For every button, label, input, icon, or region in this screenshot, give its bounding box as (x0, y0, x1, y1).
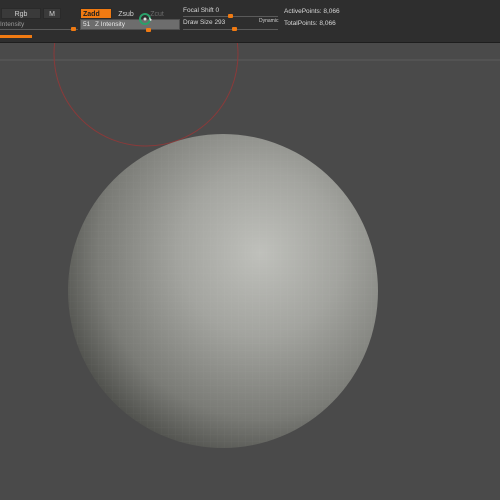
intensity-label: Intensity (0, 21, 25, 28)
rgb-intensity-knob[interactable] (71, 27, 76, 31)
z-intensity-value: 51 (83, 21, 91, 28)
sphere-grid-texture (68, 134, 378, 448)
draw-size-knob[interactable] (232, 27, 237, 31)
draw-size-value: 293 (214, 19, 226, 26)
draw-size-text: Draw Size (183, 19, 213, 26)
z-intensity-label: Z Intensity (95, 21, 125, 28)
focal-shift-knob[interactable] (228, 14, 233, 18)
brush-size-circle (53, 43, 239, 147)
z-intensity-field[interactable]: 51 Z Intensity (80, 19, 180, 30)
focal-shift-value: 0 (215, 7, 220, 14)
active-points-value: 8,066 (323, 8, 340, 15)
total-points-label: TotalPoints: (284, 20, 318, 27)
active-points-readout: ActivePoints: 8,066 (284, 8, 340, 15)
top-toolbar: Rgb M Intensity Zadd Zsub Zcut 51 Z Inte… (0, 0, 500, 43)
focal-shift-text: Focal Shift (183, 7, 214, 14)
draw-size-label: Draw Size 293 (183, 19, 225, 26)
brush-cursor-icon (139, 13, 152, 25)
dynamic-toggle[interactable]: Dynamic (259, 18, 278, 24)
zadd-button[interactable]: Zadd (80, 8, 112, 19)
draw-size-track[interactable] (183, 29, 278, 30)
rgb-button[interactable]: Rgb (1, 8, 41, 19)
total-points-value: 8,066 (319, 20, 336, 27)
toolbar-progress-bar (0, 35, 32, 38)
zsub-button[interactable]: Zsub (113, 8, 139, 19)
active-points-label: ActivePoints: (284, 8, 322, 15)
viewport-canvas[interactable] (0, 43, 500, 500)
total-points-readout: TotalPoints: 8,066 (284, 20, 336, 27)
sculpt-viewport[interactable] (0, 43, 500, 500)
z-intensity-knob[interactable] (146, 28, 151, 32)
m-button[interactable]: M (43, 8, 61, 19)
focal-shift-label: Focal Shift 0 (183, 7, 219, 14)
rgb-intensity-track[interactable] (0, 29, 78, 30)
